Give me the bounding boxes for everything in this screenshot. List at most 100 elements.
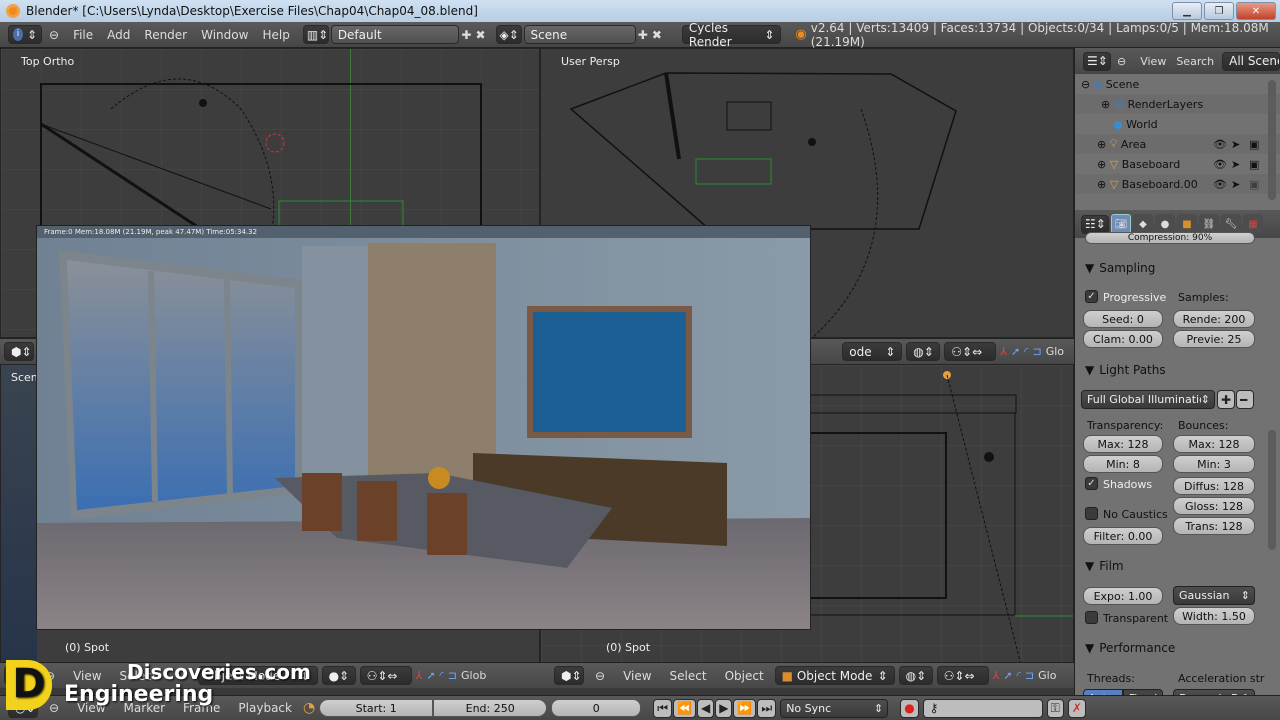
rotate-manipulator-icon[interactable]: ◜ — [440, 669, 444, 682]
collapse-menu-icon[interactable]: ⊖ — [42, 28, 66, 42]
menu-search[interactable]: Search — [1176, 55, 1214, 68]
scale-manipulator-icon[interactable]: ⊐ — [448, 669, 457, 682]
remove-layout-icon[interactable]: ✖ — [473, 28, 487, 42]
scene-icon[interactable]: ◈⇕ — [495, 25, 522, 44]
selectable-cursor-icon[interactable]: ➤ — [1231, 158, 1240, 171]
scale-manipulator-icon[interactable]: ⊐ — [1025, 669, 1034, 682]
menu-select[interactable]: Select — [663, 669, 714, 683]
orientation-label[interactable]: Glob — [461, 669, 486, 682]
end-frame-field[interactable]: End: 250 — [433, 699, 548, 717]
compression-field[interactable]: Compression: 90% — [1085, 232, 1255, 244]
collapse-menu-icon[interactable]: ⊖ — [588, 669, 612, 683]
sync-mode-selector[interactable]: No Sync ⇕ — [780, 698, 889, 718]
menu-render[interactable]: Render — [137, 28, 194, 42]
orientation-label[interactable]: Glo — [1046, 345, 1064, 358]
mode-selector-partial[interactable]: ode ⇕ — [842, 342, 903, 361]
outliner-item-area[interactable]: ⊕ 💡︎ Area 👁︎ ➤ ▣ — [1075, 134, 1280, 154]
screen-layout-icon[interactable]: ▥⇕ — [302, 25, 329, 44]
outliner-item-baseboard[interactable]: ⊕ ▽ Baseboard 👁︎ ➤ ▣ — [1075, 154, 1280, 174]
expand-icon[interactable]: ⊕ — [1097, 158, 1106, 171]
world-tab-icon[interactable]: ● — [1155, 214, 1175, 234]
add-layout-icon[interactable]: ✚ — [459, 28, 473, 42]
jump-end-icon[interactable]: ⏭ — [757, 698, 777, 718]
clamp-field[interactable]: Clam: 0.00 — [1083, 330, 1163, 348]
render-engine-selector[interactable]: Cycles Render ⇕ — [681, 21, 782, 49]
minimize-button[interactable]: ▁ — [1172, 2, 1202, 20]
play-icon[interactable]: ▶ — [715, 698, 733, 718]
editor-type-outliner-icon[interactable]: ☰⇕ — [1083, 51, 1111, 71]
outliner-scrollbar[interactable] — [1268, 80, 1276, 200]
pivot-point-icon[interactable]: ⚇⇕⇔ — [359, 666, 412, 685]
outliner-item-world[interactable]: ● World — [1075, 114, 1280, 134]
performance-header[interactable]: ▼ Performance — [1075, 638, 1265, 658]
editor-type-properties-icon[interactable]: ☷⇕ — [1081, 214, 1109, 234]
selectable-cursor-icon[interactable]: ➤ — [1231, 138, 1240, 151]
collapse-icon[interactable]: ⊖ — [1081, 78, 1090, 91]
close-button[interactable]: ✕ — [1236, 2, 1276, 20]
preview-samples-field[interactable]: Previe: 25 — [1173, 330, 1255, 348]
menu-view[interactable]: View — [66, 669, 108, 683]
texture-tab-icon[interactable]: ▦ — [1243, 214, 1263, 234]
filter-type-selector[interactable]: Gaussian ⇕ — [1173, 586, 1255, 605]
add-scene-icon[interactable]: ✚ — [636, 28, 650, 42]
add-preset-button[interactable]: ✚ — [1217, 390, 1235, 409]
play-reverse-icon[interactable]: ◀ — [696, 698, 715, 718]
menu-add[interactable]: Add — [100, 28, 137, 42]
exposure-field[interactable]: Expo: 1.00 — [1083, 587, 1163, 605]
preview-range-clock-icon[interactable]: ◔ — [303, 700, 315, 716]
record-keyframe-icon[interactable]: ● — [900, 698, 919, 718]
transparency-min-field[interactable]: Min: 8 — [1083, 455, 1163, 473]
scene-tab-icon[interactable]: ◆ — [1133, 214, 1153, 234]
menu-window[interactable]: Window — [194, 28, 255, 42]
shadows-checkbox[interactable]: ✓ — [1085, 477, 1098, 490]
scene-selector[interactable]: Scene — [523, 25, 636, 44]
constraints-tab-icon[interactable]: ⛓︎ — [1199, 214, 1219, 234]
keying-set-field[interactable]: ⚷ — [922, 698, 1043, 718]
filter-width-field[interactable]: Width: 1.50 — [1173, 607, 1255, 625]
rotate-manipulator-icon[interactable]: ◜ — [1024, 345, 1028, 358]
jump-start-icon[interactable]: ⏮ — [653, 698, 672, 718]
modifiers-tab-icon[interactable]: 🔧︎ — [1221, 214, 1241, 234]
manipulator-axes-icon[interactable]: ⅄ — [416, 669, 423, 682]
render-samples-field[interactable]: Rende: 200 — [1173, 310, 1255, 328]
render-tab-camera-icon[interactable]: 📷︎ — [1111, 214, 1131, 234]
film-header[interactable]: ▼ Film — [1075, 556, 1265, 576]
start-frame-field[interactable]: Start: 1 — [319, 699, 434, 717]
current-frame-field[interactable]: 0 — [551, 699, 642, 717]
outliner-display-mode[interactable]: All Scenes — [1222, 51, 1280, 71]
visibility-eye-icon[interactable]: 👁︎ — [1213, 138, 1227, 151]
manipulator-axes-icon[interactable]: ⅄ — [993, 669, 1000, 682]
visibility-eye-icon[interactable]: 👁︎ — [1213, 158, 1227, 171]
seed-field[interactable]: Seed: 0 — [1083, 310, 1163, 328]
glossy-bounces-field[interactable]: Gloss: 128 — [1173, 497, 1255, 515]
object-tab-icon[interactable]: ■ — [1177, 214, 1197, 234]
transmission-bounces-field[interactable]: Trans: 128 — [1173, 517, 1255, 535]
light-paths-header[interactable]: ▼ Light Paths — [1075, 360, 1265, 380]
remove-scene-icon[interactable]: ✖ — [650, 28, 664, 42]
jump-keyframe-back-icon[interactable]: ⏪ — [673, 698, 696, 718]
visibility-eye-icon[interactable]: 👁︎ — [1213, 178, 1227, 191]
menu-object[interactable]: Object — [718, 669, 771, 683]
rotate-manipulator-icon[interactable]: ◜ — [1017, 669, 1021, 682]
transparent-checkbox[interactable] — [1085, 611, 1098, 624]
expand-icon[interactable]: ⊕ — [1097, 178, 1106, 191]
integrator-preset-selector[interactable]: Full Global Illuminatio ⇕ — [1081, 390, 1215, 409]
orientation-label[interactable]: Glo — [1038, 669, 1056, 682]
viewport-shading-icon[interactable]: ◍⇕ — [898, 666, 933, 685]
outliner-item-renderlayers[interactable]: ⊕ ▤ RenderLayers — [1075, 94, 1280, 114]
editor-type-info-button[interactable]: i ⇕ — [8, 25, 42, 44]
menu-help[interactable]: Help — [255, 28, 296, 42]
render-result-window[interactable]: Frame:0 Mem:18.08M (21.19M, peak 47.47M)… — [36, 225, 811, 630]
menu-view[interactable]: View — [1140, 55, 1166, 68]
renderable-camera-icon[interactable]: ▣ — [1249, 178, 1259, 191]
translate-manipulator-icon[interactable]: ➚ — [1011, 345, 1020, 358]
progressive-checkbox[interactable]: ✓ — [1085, 290, 1098, 303]
restore-button[interactable]: ❐ — [1204, 2, 1234, 20]
no-caustics-checkbox[interactable] — [1085, 507, 1098, 520]
filter-glossy-field[interactable]: Filter: 0.00 — [1083, 527, 1163, 545]
jump-keyframe-forward-icon[interactable]: ⏩ — [733, 698, 757, 718]
bounces-max-field[interactable]: Max: 128 — [1173, 435, 1255, 453]
pivot-point-icon[interactable]: ⚇⇕⇔ — [936, 666, 989, 685]
properties-scrollbar[interactable] — [1268, 430, 1276, 550]
menu-view[interactable]: View — [616, 669, 658, 683]
